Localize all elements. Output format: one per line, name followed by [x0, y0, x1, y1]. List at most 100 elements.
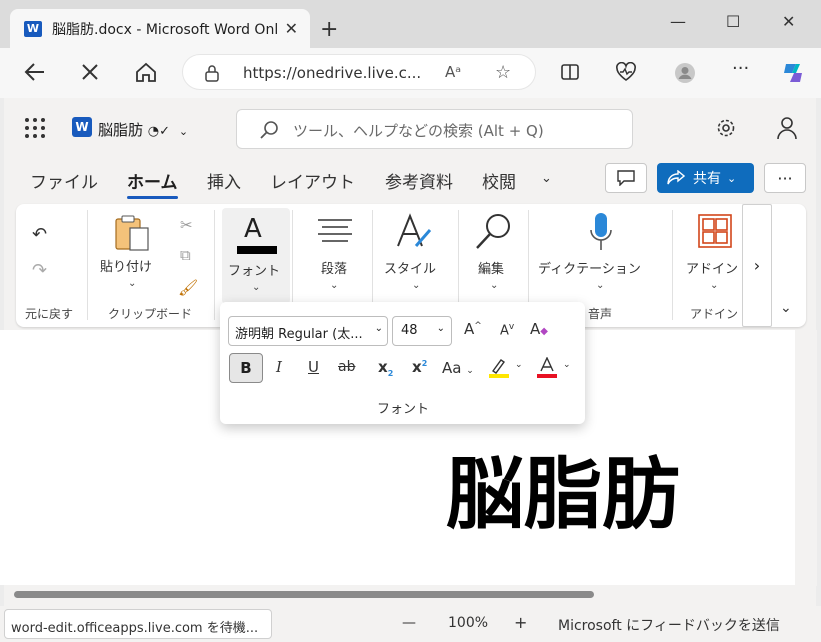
undo-icon[interactable]: ↶	[32, 224, 47, 245]
back-icon[interactable]	[24, 62, 46, 82]
document-name[interactable]: 脳脂肪 ◔✓ ⌄	[98, 119, 188, 140]
addins-caption: アドイン	[690, 307, 739, 321]
addins-group[interactable]: アドイン ⌄ アドイン	[674, 204, 744, 327]
word-logo-icon: W	[72, 117, 92, 137]
sync-status-icon: ◔✓	[147, 124, 171, 139]
share-chevron-icon: ⌄	[727, 171, 737, 185]
font-color-chevron-icon[interactable]: ⌄	[563, 360, 571, 370]
change-case-label: Aa	[442, 359, 462, 377]
comments-button[interactable]	[605, 163, 647, 193]
subscript-button[interactable]: x2	[378, 358, 393, 378]
read-aloud-icon[interactable]: Aᵃ	[445, 63, 461, 81]
split-screen-icon[interactable]	[560, 62, 580, 82]
browser-tab-strip: W 脳脂肪.docx - Microsoft Word Onl ✕ + — ☐ …	[0, 0, 821, 48]
font-name-select[interactable]: 游明朝 Regular (太... ⌄	[228, 316, 388, 346]
font-size-chevron-icon: ⌄	[436, 323, 445, 334]
font-size-select[interactable]: 48 ⌄	[392, 316, 452, 346]
grow-font-icon[interactable]: A^	[464, 320, 482, 338]
tab-title: 脳脂肪.docx - Microsoft Word Onl	[52, 21, 279, 38]
change-case-button[interactable]: Aa ⌄	[442, 359, 474, 377]
tab-file[interactable]: ファイル	[30, 168, 98, 193]
document-name-text: 脳脂肪	[98, 121, 144, 139]
shrink-font-icon[interactable]: Av	[500, 322, 514, 338]
new-tab-button[interactable]: +	[320, 17, 338, 42]
share-label: 共有	[693, 171, 721, 187]
styles-icon	[394, 212, 434, 250]
font-panel-caption: フォント	[377, 402, 430, 417]
italic-button[interactable]: I	[276, 358, 282, 376]
tab-layout[interactable]: レイアウト	[270, 168, 355, 193]
strikethrough-button[interactable]: ab	[338, 359, 355, 375]
redo-icon[interactable]: ↷	[32, 260, 47, 281]
undo-caption: 元に戻す	[25, 307, 74, 321]
tab-review[interactable]: 校閲	[482, 168, 516, 193]
vertical-scrollbar[interactable]	[797, 330, 817, 586]
feedback-link[interactable]: Microsoft にフィードバックを送信	[558, 615, 780, 635]
profile-avatar-icon[interactable]	[674, 62, 696, 84]
zoom-in-button[interactable]: +	[514, 613, 527, 632]
share-button[interactable]: 共有 ⌄	[657, 163, 754, 193]
more-options-button[interactable]: ···	[764, 163, 806, 193]
divider	[214, 210, 215, 320]
styles-label: スタイル	[384, 262, 437, 277]
url-text[interactable]: https://onedrive.live.c...	[243, 64, 421, 82]
read-aloud-label: A	[445, 63, 456, 81]
zoom-level[interactable]: 100%	[448, 615, 488, 631]
search-input[interactable]: ツール、ヘルプなどの検索 (Alt + Q)	[236, 109, 633, 149]
browser-toolbar: https://onedrive.live.c... Aᵃ ☆ ···	[0, 48, 821, 98]
addins-icon	[698, 214, 732, 248]
window-close-icon[interactable]: ✕	[782, 12, 795, 31]
settings-gear-icon[interactable]	[716, 118, 736, 138]
superscript-button[interactable]: x2	[412, 358, 427, 376]
cut-icon[interactable]: ✂	[180, 216, 193, 234]
paste-chevron-icon[interactable]: ⌄	[128, 278, 136, 289]
chevron-down-icon: ⌄	[178, 125, 189, 138]
browser-tab[interactable]: W 脳脂肪.docx - Microsoft Word Onl ✕	[10, 9, 310, 48]
highlight-icon[interactable]	[488, 357, 510, 379]
undo-group: ↶ ↷ 元に戻す	[16, 204, 86, 327]
address-bar[interactable]: https://onedrive.live.c... Aᵃ ☆	[182, 54, 536, 90]
dictate-caption: 音声	[588, 307, 613, 321]
paste-label[interactable]: 貼り付け	[100, 256, 152, 275]
subscript-label: x	[378, 358, 388, 376]
lock-icon[interactable]	[205, 64, 219, 82]
maximize-icon[interactable]: ☐	[726, 12, 740, 31]
favorite-star-icon[interactable]: ☆	[495, 62, 511, 83]
dictate-label: ディクテーション	[538, 262, 641, 277]
document-heading[interactable]: 脳脂肪	[446, 432, 680, 544]
clear-formatting-icon[interactable]: A◆	[530, 320, 548, 338]
tab-home[interactable]: ホーム	[127, 168, 178, 199]
browser-essentials-icon[interactable]	[615, 62, 637, 82]
bold-button[interactable]: B	[229, 353, 263, 383]
font-color-icon[interactable]	[536, 357, 558, 379]
tab-insert[interactable]: 挿入	[207, 168, 241, 193]
copilot-icon[interactable]	[780, 60, 806, 86]
search-placeholder: ツール、ヘルプなどの検索 (Alt + Q)	[293, 122, 544, 140]
font-letter-icon: A	[244, 214, 262, 244]
account-icon[interactable]	[776, 116, 798, 140]
paste-icon[interactable]	[114, 214, 150, 252]
browser-menu-icon[interactable]: ···	[732, 58, 749, 79]
font-panel: 游明朝 Regular (太... ⌄ 48 ⌄ A^ Av A◆ B I U …	[220, 302, 585, 424]
font-group-button[interactable]: A フォント ⌄	[222, 208, 290, 304]
ribbon-collapse-chevron-icon[interactable]: ⌄	[780, 300, 792, 316]
app-launcher-icon[interactable]	[25, 118, 45, 138]
stop-loading-icon[interactable]	[80, 62, 100, 82]
more-tabs-chevron-icon[interactable]: ⌄	[541, 171, 552, 186]
underline-button[interactable]: U	[308, 358, 319, 376]
divider	[672, 210, 673, 320]
highlight-chevron-icon[interactable]: ⌄	[515, 360, 523, 370]
format-painter-icon[interactable]: 🖌	[178, 278, 198, 297]
tab-references[interactable]: 参考資料	[385, 168, 453, 193]
home-icon[interactable]	[135, 62, 157, 82]
dictate-chevron-icon: ⌄	[596, 280, 605, 291]
scrollbar-thumb[interactable]	[14, 591, 594, 598]
paragraph-label: 段落	[321, 262, 348, 277]
zoom-out-button[interactable]: —	[402, 615, 416, 631]
horizontal-scrollbar[interactable]	[6, 586, 796, 602]
tab-close-icon[interactable]: ✕	[285, 19, 298, 38]
minimize-icon[interactable]: —	[670, 12, 686, 31]
copy-icon[interactable]: ⧉	[180, 246, 191, 264]
ribbon-scroll-right-icon[interactable]: ›	[742, 204, 772, 327]
find-icon	[474, 212, 514, 252]
